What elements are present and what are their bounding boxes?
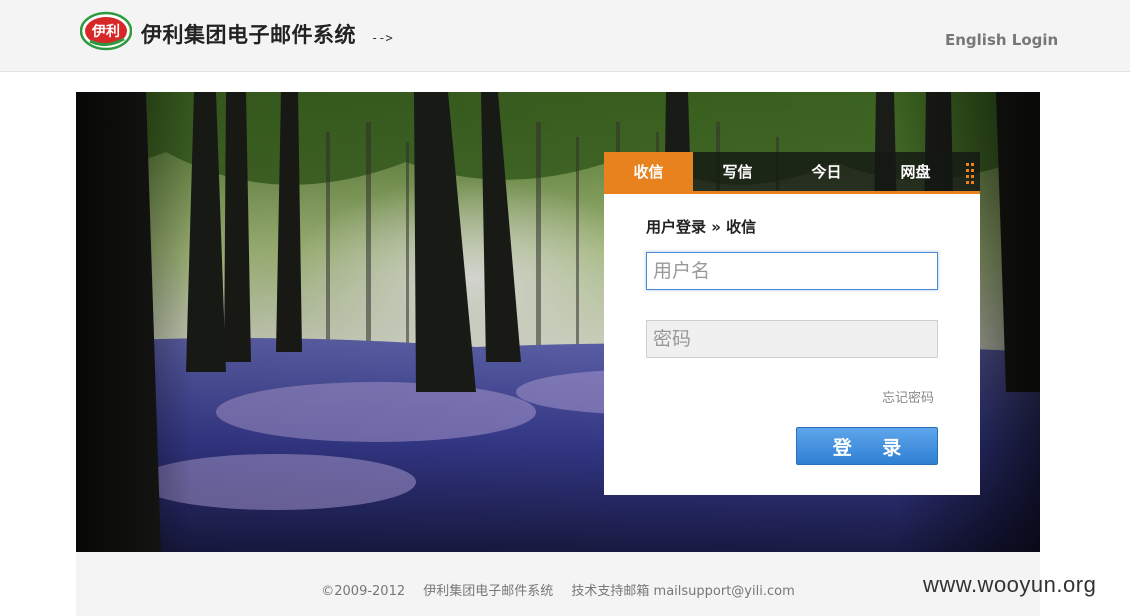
grip-dots-icon[interactable] <box>966 163 976 184</box>
arrow-text: --> <box>371 31 393 45</box>
english-login-link[interactable]: English Login <box>945 31 1058 49</box>
password-input[interactable] <box>646 320 938 358</box>
login-form: 用户登录 » 收信 忘记密码 登 录 <box>604 194 980 495</box>
tab-inbox[interactable]: 收信 <box>604 152 693 191</box>
footer-system-name: 伊利集团电子邮件系统 <box>423 584 554 599</box>
footer: ©2009-2012 伊利集团电子邮件系统 技术支持邮箱 mailsupport… <box>76 552 1040 616</box>
support-email: 技术支持邮箱 mailsupport@yili.com <box>571 584 795 599</box>
footer-text: ©2009-2012 伊利集团电子邮件系统 技术支持邮箱 mailsupport… <box>76 580 1040 599</box>
login-button[interactable]: 登 录 <box>796 427 938 465</box>
forgot-password-link[interactable]: 忘记密码 <box>882 387 934 406</box>
yili-logo-icon[interactable]: 伊利 <box>80 11 132 51</box>
watermark: www.wooyun.org <box>923 572 1097 597</box>
form-title: 用户登录 » 收信 <box>646 218 757 236</box>
tab-compose[interactable]: 写信 <box>693 152 782 191</box>
logo-text: 伊利 <box>91 23 120 40</box>
header: 伊利 伊利集团电子邮件系统 --> English Login <box>0 0 1130 72</box>
login-panel: 收信 写信 今日 网盘 用户登录 » 收信 忘记密码 登 录 <box>604 152 980 495</box>
copyright: ©2009-2012 <box>321 584 406 599</box>
site-title: 伊利集团电子邮件系统 <box>141 23 356 47</box>
tab-today[interactable]: 今日 <box>782 152 871 191</box>
tab-bar: 收信 写信 今日 网盘 <box>604 152 980 194</box>
username-input[interactable] <box>646 252 938 290</box>
tab-netdisk[interactable]: 网盘 <box>871 152 960 191</box>
